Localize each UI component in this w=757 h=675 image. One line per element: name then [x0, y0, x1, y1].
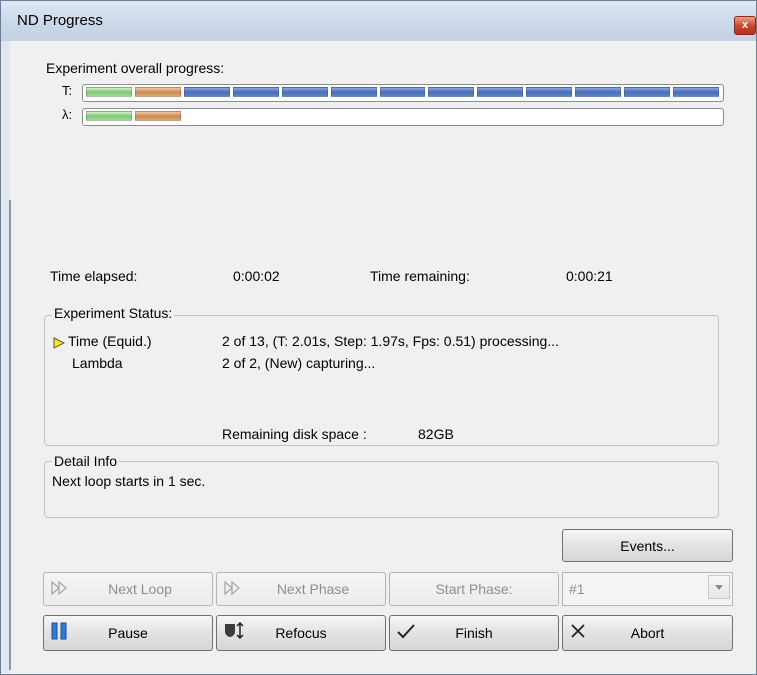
status-row-detail: 2 of 2, (New) capturing... [222, 355, 376, 371]
progress-segment-pending [673, 87, 719, 97]
next-loop-icon [50, 577, 70, 602]
disk-space-value: 82GB [418, 426, 454, 442]
status-row-name: Time (Equid.) [68, 333, 152, 349]
progress-segment-done [86, 87, 132, 97]
start-phase-label: Start Phase: [435, 581, 513, 597]
time-track-label: T: [62, 83, 73, 98]
detail-info-group [44, 461, 719, 518]
progress-segment-pending [428, 87, 475, 97]
phase-select[interactable]: #1 [562, 572, 733, 606]
refocus-label: Refocus [275, 625, 327, 641]
next-loop-label: Next Loop [108, 581, 172, 597]
progress-segment-pending [624, 87, 671, 97]
refocus-button[interactable]: Refocus [216, 615, 386, 651]
progress-segment-pending [281, 87, 328, 97]
pause-button[interactable]: Pause [43, 615, 213, 651]
refocus-icon [223, 621, 245, 646]
time-remaining-value: 0:00:21 [566, 268, 613, 284]
next-phase-label: Next Phase [276, 581, 350, 597]
close-button[interactable]: x [734, 16, 756, 35]
time-elapsed-label: Time elapsed: [50, 268, 138, 284]
pause-icon [50, 621, 70, 646]
time-remaining-label: Time remaining: [370, 268, 470, 284]
start-phase-button[interactable]: Start Phase: [389, 572, 559, 606]
detail-info-text: Next loop starts in 1 sec. [52, 473, 206, 489]
window-title: ND Progress [17, 12, 103, 29]
detail-info-title: Detail Info [52, 453, 120, 469]
progress-segment-pending [183, 87, 230, 97]
progress-segment-pending [526, 87, 573, 97]
experiment-status-title: Experiment Status: [52, 305, 175, 321]
progress-segment-pending [575, 87, 622, 97]
progress-segment-current [134, 111, 181, 121]
progress-segment-pending [232, 87, 279, 97]
progress-segment-done [86, 111, 132, 121]
lambda-track-label: λ: [62, 107, 73, 122]
events-button-label: Events... [620, 537, 675, 554]
active-loop-indicator-icon [53, 336, 66, 352]
disk-space-label: Remaining disk space : [222, 426, 367, 442]
abort-button[interactable]: Abort [562, 615, 733, 651]
finish-label: Finish [455, 625, 493, 641]
title-bar [1, 1, 756, 41]
checkmark-icon [396, 622, 416, 647]
abort-label: Abort [630, 625, 665, 641]
progress-heading: Experiment overall progress: [46, 60, 225, 76]
progress-segment-pending [477, 87, 524, 97]
progress-segment-current [134, 87, 181, 97]
status-row-detail: 2 of 13, (T: 2.01s, Step: 1.97s, Fps: 0.… [222, 333, 559, 349]
lambda-progress-track [82, 108, 724, 126]
events-button[interactable]: Events... [562, 529, 733, 562]
close-icon [569, 622, 589, 647]
time-elapsed-value: 0:00:02 [233, 268, 280, 284]
phase-select-dropdown[interactable] [708, 575, 730, 599]
time-progress-track [82, 84, 724, 102]
next-phase-button[interactable]: Next Phase [216, 572, 386, 606]
next-loop-button[interactable]: Next Loop [43, 572, 213, 606]
finish-button[interactable]: Finish [389, 615, 559, 651]
status-row-name: Lambda [72, 355, 123, 371]
chevron-down-icon [715, 585, 723, 590]
close-icon: x [741, 19, 749, 31]
progress-segment-pending [379, 87, 426, 97]
progress-segment-pending [330, 87, 377, 97]
next-phase-icon [223, 577, 243, 602]
pause-label: Pause [108, 625, 148, 641]
phase-select-value: #1 [569, 581, 585, 597]
